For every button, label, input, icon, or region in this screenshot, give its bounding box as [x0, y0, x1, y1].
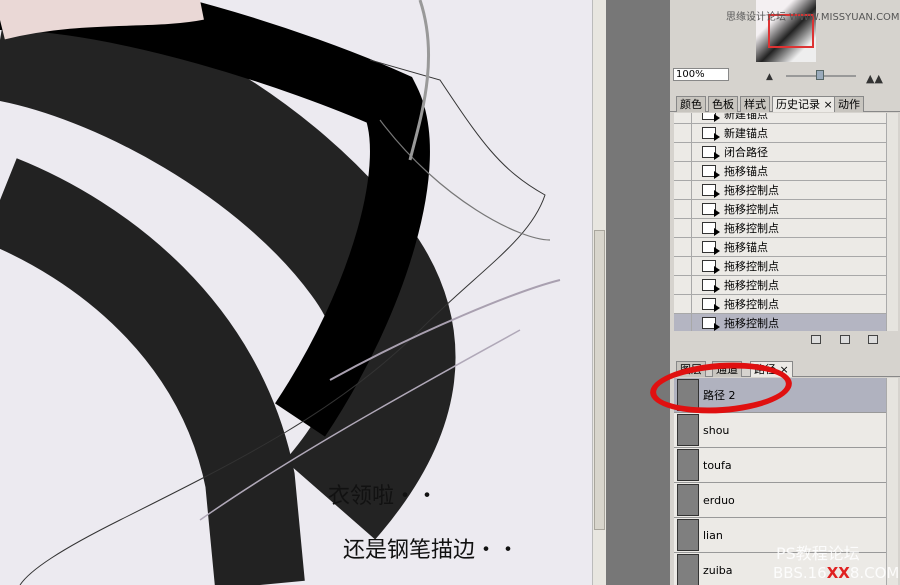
canvas-vertical-scrollbar[interactable] — [592, 0, 606, 585]
zoom-field[interactable]: 100% — [673, 68, 729, 81]
annotation-pen-stroke: 还是钢笔描边・・ — [343, 538, 520, 563]
zoom-out-icon[interactable]: ▲ — [766, 72, 773, 82]
tab-color[interactable]: 颜色 — [676, 96, 706, 112]
history-state-icon — [702, 127, 720, 141]
new-document-icon[interactable] — [811, 335, 821, 344]
history-item[interactable]: 拖移控制点 — [674, 276, 886, 295]
annotation-collar: 衣领啦・・ — [328, 484, 439, 509]
history-item[interactable]: 拖移控制点 — [674, 314, 886, 331]
history-item[interactable]: 拖移控制点 — [674, 200, 886, 219]
history-tabs: 颜色 色板 样式 历史记录 × 动作 — [670, 92, 900, 112]
snapshot-source-checkbox[interactable] — [674, 257, 692, 275]
history-item-label: 新建锚点 — [724, 113, 768, 121]
path-name: erduo — [703, 493, 735, 507]
snapshot-source-checkbox[interactable] — [674, 295, 692, 313]
history-state-icon — [702, 241, 720, 255]
history-state-icon — [702, 317, 720, 331]
snapshot-source-checkbox[interactable] — [674, 200, 692, 218]
history-item-label: 拖移控制点 — [724, 298, 779, 311]
history-item-label: 拖移锚点 — [724, 241, 768, 254]
history-state-icon — [702, 203, 720, 217]
close-icon[interactable]: × — [824, 98, 833, 111]
snapshot-source-checkbox[interactable] — [674, 124, 692, 142]
snapshot-source-checkbox[interactable] — [674, 113, 692, 123]
history-state-icon — [702, 113, 720, 122]
history-state-icon — [702, 298, 720, 312]
history-item-label: 拖移控制点 — [724, 203, 779, 216]
path-item[interactable]: shou — [674, 413, 886, 448]
history-item-label: 拖移控制点 — [724, 260, 779, 273]
tab-history[interactable]: 历史记录 × — [772, 96, 836, 112]
path-name: shou — [703, 423, 730, 437]
history-item[interactable]: 闭合路径 — [674, 143, 886, 162]
path-thumbnail — [677, 449, 699, 481]
snapshot-source-checkbox[interactable] — [674, 276, 692, 294]
history-state-icon — [702, 279, 720, 293]
tab-styles[interactable]: 样式 — [740, 96, 770, 112]
new-snapshot-icon[interactable] — [840, 335, 850, 344]
snapshot-source-checkbox[interactable] — [674, 219, 692, 237]
history-state-icon — [702, 146, 720, 160]
history-item[interactable]: 新建锚点 — [674, 124, 886, 143]
path-thumbnail — [677, 554, 699, 585]
hair-artwork — [0, 0, 561, 585]
path-item[interactable]: toufa — [674, 448, 886, 483]
snapshot-source-checkbox[interactable] — [674, 143, 692, 161]
history-item-label: 拖移控制点 — [724, 184, 779, 197]
path-thumbnail — [677, 484, 699, 516]
zoom-in-icon[interactable]: ▲▲ — [866, 72, 883, 85]
history-item-label: 拖移控制点 — [724, 222, 779, 235]
trash-icon[interactable] — [868, 335, 878, 344]
history-list: 新建锚点 新建锚点 闭合路径 拖移锚点 拖移控制点 拖移控制点 拖移控制点 拖移锚点 拖移控制点… — [674, 113, 886, 331]
history-item-label: 拖移控制点 — [724, 317, 779, 330]
history-item-label: 拖移控制点 — [724, 279, 779, 292]
history-item[interactable]: 拖移控制点 — [674, 257, 886, 276]
snapshot-source-checkbox[interactable] — [674, 314, 692, 331]
paths-scrollbar[interactable] — [886, 378, 898, 585]
path-thumbnail — [677, 519, 699, 551]
history-state-icon — [702, 260, 720, 274]
scrollbar-thumb[interactable] — [594, 230, 605, 530]
history-footer — [670, 332, 900, 348]
document-canvas[interactable]: 衣领啦・・ 还是钢笔描边・・ — [0, 0, 592, 585]
path-item[interactable]: erduo — [674, 483, 886, 518]
history-state-icon — [702, 222, 720, 236]
zoom-slider-handle[interactable] — [816, 70, 824, 80]
tab-swatches[interactable]: 色板 — [708, 96, 738, 112]
watermark-url: BBS.16XX8.COM — [773, 564, 900, 582]
history-scrollbar[interactable] — [886, 113, 898, 331]
path-name: lian — [703, 528, 723, 542]
history-item[interactable]: 拖移控制点 — [674, 219, 886, 238]
history-item-label: 新建锚点 — [724, 127, 768, 140]
site-watermark: 思缘设计论坛 WWW.MISSYUAN.COM — [726, 12, 900, 23]
history-item[interactable]: 拖移锚点 — [674, 238, 886, 257]
tab-actions[interactable]: 动作 — [834, 96, 864, 112]
history-item[interactable]: 拖移锚点 — [674, 162, 886, 181]
history-item-label: 闭合路径 — [724, 146, 768, 159]
workspace-background — [606, 0, 670, 585]
history-item[interactable]: 拖移控制点 — [674, 295, 886, 314]
history-item-label: 拖移锚点 — [724, 165, 768, 178]
tab-history-label: 历史记录 — [776, 98, 820, 111]
snapshot-source-checkbox[interactable] — [674, 162, 692, 180]
snapshot-source-checkbox[interactable] — [674, 181, 692, 199]
path-name: toufa — [703, 458, 732, 472]
history-state-icon — [702, 165, 720, 179]
right-panels: 思缘设计论坛 WWW.MISSYUAN.COM 100% ▲ ▲▲ 颜色 色板 … — [670, 0, 900, 585]
navigator-panel: 思缘设计论坛 WWW.MISSYUAN.COM 100% ▲ ▲▲ — [670, 0, 900, 85]
history-item[interactable]: 新建锚点 — [674, 113, 886, 124]
watermark-forum: PS教程论坛 — [776, 544, 860, 563]
history-state-icon — [702, 184, 720, 198]
path-thumbnail — [677, 414, 699, 446]
path-name: zuiba — [703, 563, 733, 577]
snapshot-source-checkbox[interactable] — [674, 238, 692, 256]
history-item[interactable]: 拖移控制点 — [674, 181, 886, 200]
